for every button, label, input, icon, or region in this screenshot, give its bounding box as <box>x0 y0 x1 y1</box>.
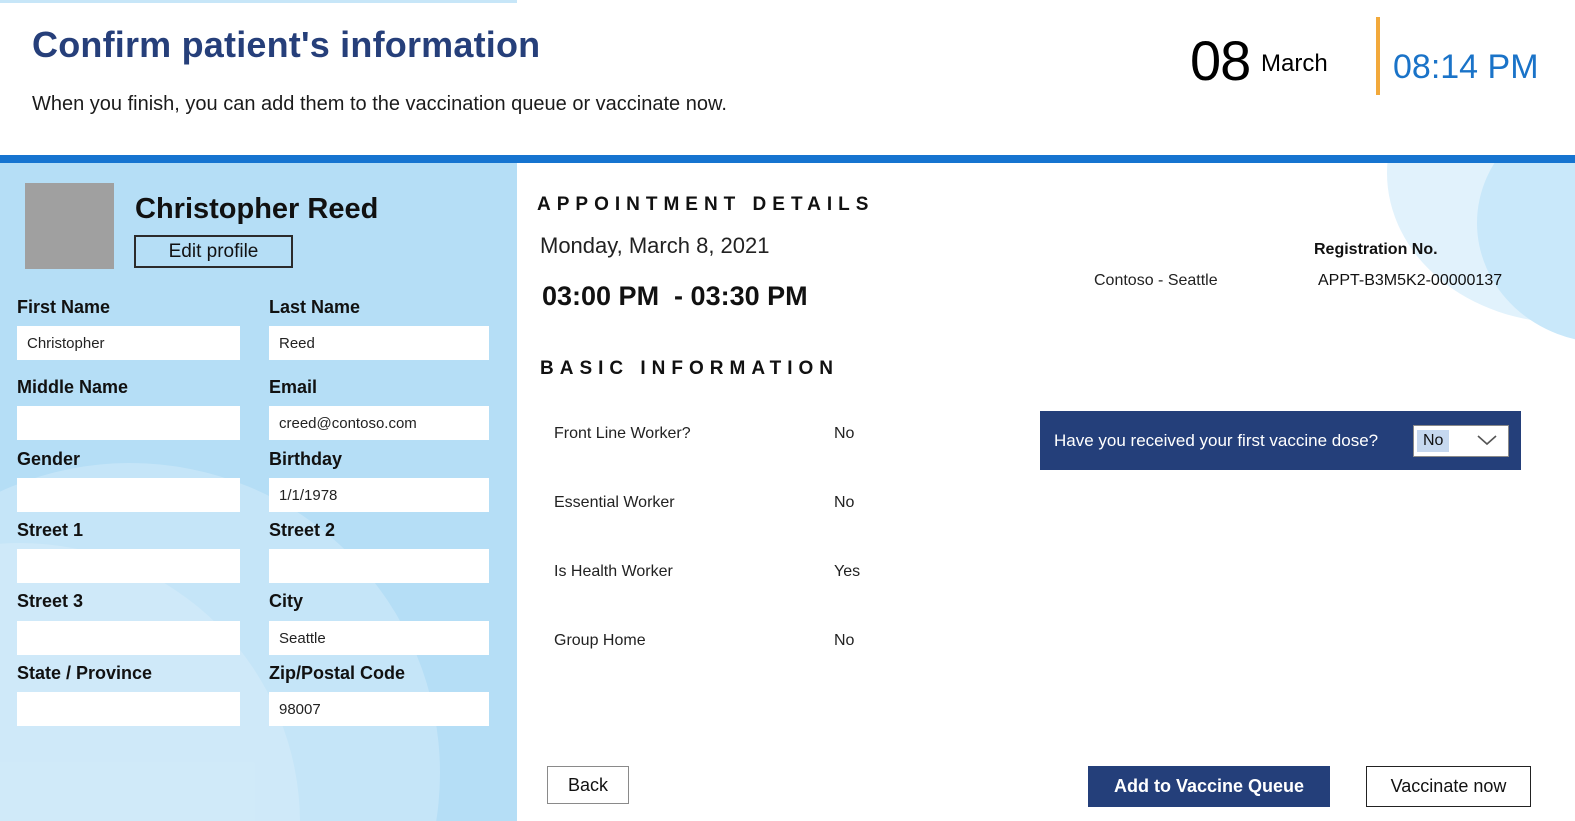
group-home-label: Group Home <box>554 632 646 649</box>
first-name-field[interactable]: Christopher <box>17 326 240 360</box>
street3-label: Street 3 <box>17 591 84 611</box>
last-name-field[interactable]: Reed <box>269 326 489 360</box>
health-worker-value: Yes <box>834 563 861 580</box>
first-name-label: First Name <box>17 297 111 317</box>
email-label: Email <box>269 377 318 397</box>
page-title: Confirm patient's information <box>32 24 541 65</box>
edit-profile-button[interactable]: Edit profile <box>134 235 293 268</box>
street1-label: Street 1 <box>17 520 84 540</box>
basic-information-heading: BASIC INFORMATION <box>540 358 840 379</box>
vaccinate-now-button[interactable]: Vaccinate now <box>1366 766 1531 807</box>
gender-label: Gender <box>17 449 81 469</box>
appointment-details-heading: APPOINTMENT DETAILS <box>537 194 875 215</box>
registration-number: APPT-B3M5K2-00000137 <box>1318 272 1503 289</box>
street2-field[interactable] <box>269 549 489 583</box>
appointment-location: Contoso - Seattle <box>1094 272 1218 289</box>
street3-field[interactable] <box>17 621 240 655</box>
zip-field[interactable]: 98007 <box>269 692 489 726</box>
appointment-date: Monday, March 8, 2021 <box>540 233 770 258</box>
state-label: State / Province <box>17 663 153 683</box>
front-line-worker-value: No <box>834 425 855 442</box>
chevron-down-icon <box>1477 435 1497 446</box>
current-time: 08:14 PM <box>1393 48 1539 86</box>
page-subtitle: When you finish, you can add them to the… <box>32 93 727 115</box>
avatar <box>25 183 114 269</box>
patient-name: Christopher Reed <box>135 193 379 225</box>
top-accent-strip <box>0 0 517 3</box>
front-line-worker-label: Front Line Worker? <box>554 425 691 442</box>
essential-worker-label: Essential Worker <box>554 494 675 511</box>
email-field[interactable]: creed@contoso.com <box>269 406 489 440</box>
patient-profile-panel: Christopher Reed Edit profile First Name… <box>0 163 517 821</box>
health-worker-label: Is Health Worker <box>554 563 673 580</box>
street1-field[interactable] <box>17 549 240 583</box>
birthday-field[interactable]: 1/1/1978 <box>269 478 489 512</box>
date-day: 08 <box>1190 29 1251 92</box>
state-field[interactable] <box>17 692 240 726</box>
street2-label: Street 2 <box>269 520 336 540</box>
header-divider-bar <box>0 155 1575 163</box>
city-label: City <box>269 591 304 611</box>
city-field[interactable]: Seattle <box>269 621 489 655</box>
date-month: March <box>1261 50 1328 77</box>
time-divider <box>1376 17 1380 95</box>
first-dose-question-box: Have you received your first vaccine dos… <box>1040 411 1521 470</box>
registration-label: Registration No. <box>1314 241 1438 258</box>
first-dose-dropdown[interactable]: No <box>1413 425 1509 457</box>
middle-name-field[interactable] <box>17 406 240 440</box>
appointment-time: 03:00 PM - 03:30 PM <box>542 281 808 311</box>
back-button[interactable]: Back <box>547 766 629 804</box>
zip-label: Zip/Postal Code <box>269 663 406 683</box>
decorative-circle <box>1477 163 1575 343</box>
group-home-value: No <box>834 632 855 649</box>
add-to-vaccine-queue-button[interactable]: Add to Vaccine Queue <box>1088 766 1330 807</box>
first-dose-question: Have you received your first vaccine dos… <box>1054 430 1379 450</box>
middle-name-label: Middle Name <box>17 377 129 397</box>
appointment-panel: APPOINTMENT DETAILS Monday, March 8, 202… <box>517 163 1575 821</box>
birthday-label: Birthday <box>269 449 343 469</box>
gender-field[interactable] <box>17 478 240 512</box>
first-dose-selected-value: No <box>1417 430 1450 452</box>
last-name-label: Last Name <box>269 297 361 317</box>
essential-worker-value: No <box>834 494 855 511</box>
